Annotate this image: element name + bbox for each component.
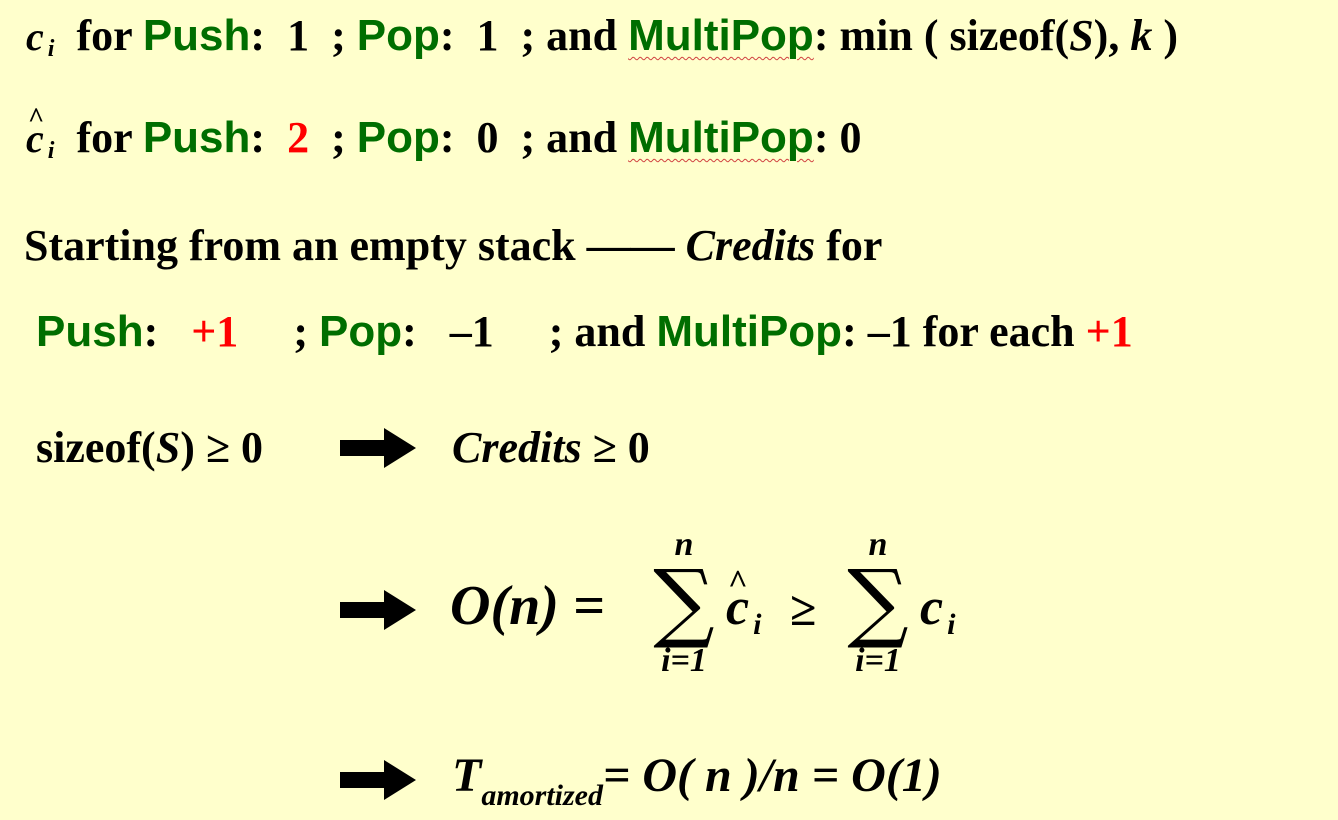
sum-actual: n ∑ i=1 — [847, 526, 909, 679]
multipop-credit: –1 for each — [867, 307, 1075, 356]
push-keyword: Push — [36, 307, 144, 356]
pop-keyword: Pop — [356, 11, 440, 60]
pop-amortized-cost: 0 — [476, 113, 499, 162]
right-arrow-icon — [340, 428, 416, 468]
multipop-keyword: MultiPop — [628, 113, 814, 162]
multipop-keyword: MultiPop — [656, 307, 843, 356]
pop-keyword: Pop — [318, 307, 403, 356]
actual-cost-symbol: ci — [26, 14, 55, 62]
amortized-time: Tamortized= O( n )/n = O(1) — [452, 749, 942, 812]
multipop-cost: min ( sizeof(S), k ) — [839, 11, 1178, 60]
for-label: for — [76, 11, 132, 60]
actual-term: ci — [920, 579, 956, 641]
multipop-amortized-cost: 0 — [839, 113, 862, 162]
sum-amortized: n ∑ i=1 — [653, 526, 715, 679]
push-cost: 1 — [287, 11, 310, 60]
push-amortized-cost: 2 — [287, 113, 310, 162]
amortized-cost-symbol: ^ c i — [26, 103, 55, 164]
credits-condition: Credits ≥ 0 — [452, 423, 650, 472]
right-arrow-icon — [340, 590, 416, 630]
credits-word: Credits — [685, 221, 816, 270]
credits-heading: Starting from an empty stack —— Credits … — [24, 221, 883, 270]
pop-keyword: Pop — [356, 113, 440, 162]
line-actual-cost: ci for Push: 1 ; Pop: 1 ; and MultiPop: … — [26, 11, 1178, 62]
sizeof-condition: sizeof(S) ≥ 0 — [36, 423, 264, 472]
multipop-plus: +1 — [1085, 307, 1133, 356]
amortized-term: ^ c i — [726, 564, 762, 641]
multipop-keyword: MultiPop — [628, 11, 814, 60]
line-credits: Push: +1 ; Pop: –1 ; and MultiPop: –1 fo… — [36, 307, 1133, 356]
right-arrow-icon — [340, 760, 416, 800]
pop-cost: 1 — [476, 11, 499, 60]
amortized-sum-lhs: O(n) = — [450, 575, 605, 637]
line-amortized-cost: ^ c i for Push: 2 ; Pop: 0 ; and MultiPop:… — [26, 103, 862, 164]
pop-credit: –1 — [449, 307, 494, 356]
ge-sign: ≥ — [790, 583, 817, 636]
push-credit: +1 — [191, 307, 239, 356]
push-keyword: Push — [142, 11, 251, 60]
push-keyword: Push — [142, 113, 251, 162]
